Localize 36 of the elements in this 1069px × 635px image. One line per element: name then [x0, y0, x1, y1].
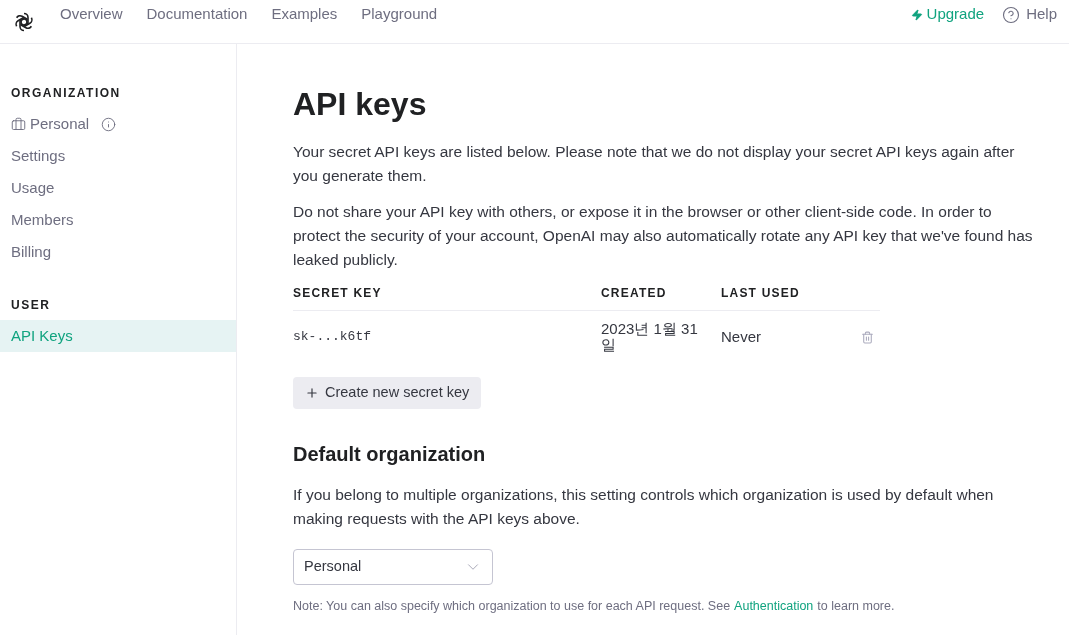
create-key-button[interactable]: Create new secret key [293, 377, 482, 409]
help-icon [1002, 5, 1021, 24]
section-heading: USER [10, 297, 52, 314]
sidebar-item[interactable]: Members [0, 204, 236, 236]
info-icon[interactable] [101, 116, 117, 132]
table-cell: Never [721, 310, 841, 363]
nav-link[interactable]: Documentation [146, 3, 248, 26]
description-text: If you belong to multiple organizations, this setting controls which organization is used by default when making requests with the API keys above. [293, 485, 995, 529]
sidebar-item[interactable]: API Keys [0, 320, 236, 352]
column-header: LAST USED [721, 284, 841, 311]
section-heading: ORGANIZATION [10, 85, 122, 102]
org-link[interactable]: Personal [11, 112, 90, 136]
table-cell: 2023년 1월 31일 [601, 310, 721, 363]
sidebar-item[interactable]: Usage [0, 172, 236, 204]
column-header: CREATED [601, 284, 721, 311]
authentication-link[interactable]: Authentication [734, 597, 814, 616]
nav-link[interactable]: Examples [271, 3, 338, 26]
description-text: Do not share your API key with others, or expose it in the browser or other client-side code. In order to protect the security of your account, OpenAI may also automatically rotate any API key that we've found has leaked publicly. [293, 202, 1033, 270]
sidebar-item[interactable]: Settings [0, 140, 236, 172]
organization-select[interactable]: Personal [293, 549, 493, 585]
lightning-icon [910, 8, 923, 21]
note-text: Note: You can also specify which organization to use for each API request. See [293, 598, 731, 615]
sidebar-item[interactable]: Billing [0, 236, 236, 268]
briefcase-icon [11, 116, 26, 132]
plus-icon [305, 386, 319, 400]
description-text: Your secret API keys are listed below. Please note that we do not display your secret API keys again after you generate them. [293, 142, 1016, 186]
table-cell: sk-...k6tf [293, 310, 601, 363]
help-link[interactable]: Help [1002, 3, 1057, 26]
note-text: to learn more. [817, 598, 895, 615]
section-title: Default organization [293, 442, 487, 467]
column-header: SECRET KEY [293, 284, 601, 311]
trash-icon[interactable] [861, 331, 874, 345]
upgrade-link[interactable]: Upgrade [910, 3, 985, 26]
nav-link[interactable]: Overview [60, 3, 123, 26]
page-title: API keys [293, 85, 428, 124]
nav-link[interactable]: Playground [361, 3, 438, 26]
